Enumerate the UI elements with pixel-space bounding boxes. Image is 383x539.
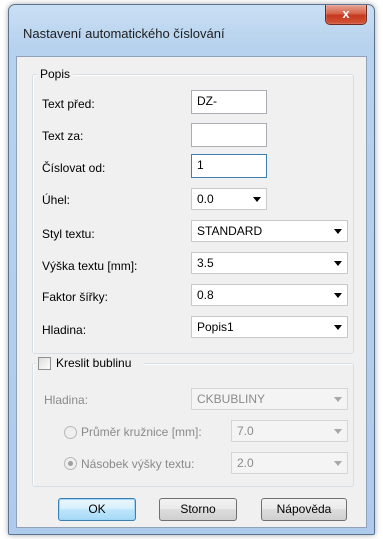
chevron-down-icon [253, 197, 261, 202]
cislovat-od-value: 1 [197, 158, 204, 172]
uhel-select[interactable]: 0.0 [191, 188, 267, 210]
styl-textu-select[interactable]: STANDARD [191, 220, 348, 242]
close-icon: x [342, 6, 350, 21]
text-pred-value: DZ- [197, 94, 217, 108]
cislovat-od-label: Číslovat od: [42, 161, 106, 175]
vyska-textu-select[interactable]: 3.5 [191, 252, 348, 274]
chevron-down-icon [334, 325, 342, 330]
dialog-window: Nastavení automatického číslování x Popi… [8, 4, 375, 535]
hladina-select[interactable]: Popis1 [191, 316, 348, 338]
text-za-input[interactable] [191, 123, 267, 147]
storno-button[interactable]: Storno [159, 498, 237, 521]
prumer-select[interactable]: 7.0 [231, 420, 348, 442]
vyska-textu-label: Výška textu [mm]: [42, 259, 138, 273]
text-za-label: Text za: [42, 129, 84, 143]
styl-textu-label: Styl textu: [42, 227, 95, 241]
radio-selected-dot [68, 461, 73, 466]
hladina-label: Hladina: [42, 323, 87, 337]
faktor-sirky-value: 0.8 [197, 288, 214, 302]
text-pred-input[interactable]: DZ- [191, 90, 267, 114]
prumer-value: 7.0 [237, 424, 254, 438]
nasobek-label[interactable]: Násobek výšky textu: [81, 457, 194, 471]
kreslit-bublinu-checkbox[interactable] [38, 357, 51, 370]
kreslit-bublinu-label[interactable]: Kreslit bublinu [56, 356, 131, 370]
text-pred-label: Text před: [42, 97, 95, 111]
dialog-body: Popis Text před: DZ- Text za: Číslovat o… [16, 56, 367, 528]
hladina-value: Popis1 [197, 320, 234, 334]
bublina-legend: Kreslit bublinu [36, 356, 144, 372]
title-bar[interactable]: Nastavení automatického číslování x [9, 5, 374, 57]
prumer-label[interactable]: Průměr kružnice [mm]: [81, 425, 202, 439]
window-title: Nastavení automatického číslování [23, 26, 225, 41]
vyska-textu-value: 3.5 [197, 256, 214, 270]
styl-textu-value: STANDARD [197, 224, 263, 238]
bublina-hladina-value: CKBUBLINY [197, 392, 266, 406]
nasobek-radio[interactable] [64, 457, 77, 470]
popis-group [32, 74, 354, 354]
chevron-down-icon [334, 293, 342, 298]
chevron-down-icon [334, 429, 342, 434]
cislovat-od-input[interactable]: 1 [191, 154, 267, 178]
uhel-value: 0.0 [197, 192, 214, 206]
chevron-down-icon [334, 397, 342, 402]
chevron-down-icon [334, 261, 342, 266]
bublina-hladina-select[interactable]: CKBUBLINY [191, 388, 348, 410]
ok-button[interactable]: OK [58, 498, 136, 521]
chevron-down-icon [334, 229, 342, 234]
nasobek-select[interactable]: 2.0 [231, 452, 348, 474]
nasobek-value: 2.0 [237, 456, 254, 470]
napoveda-button[interactable]: Nápověda [261, 498, 347, 521]
close-button[interactable]: x [325, 5, 367, 25]
popis-group-legend: Popis [37, 67, 74, 81]
faktor-sirky-label: Faktor šířky: [42, 290, 109, 304]
bublina-hladina-label: Hladina: [44, 393, 89, 407]
uhel-label: Úhel: [42, 193, 71, 207]
faktor-sirky-select[interactable]: 0.8 [191, 284, 348, 306]
prumer-radio[interactable] [64, 426, 77, 439]
chevron-down-icon [334, 461, 342, 466]
